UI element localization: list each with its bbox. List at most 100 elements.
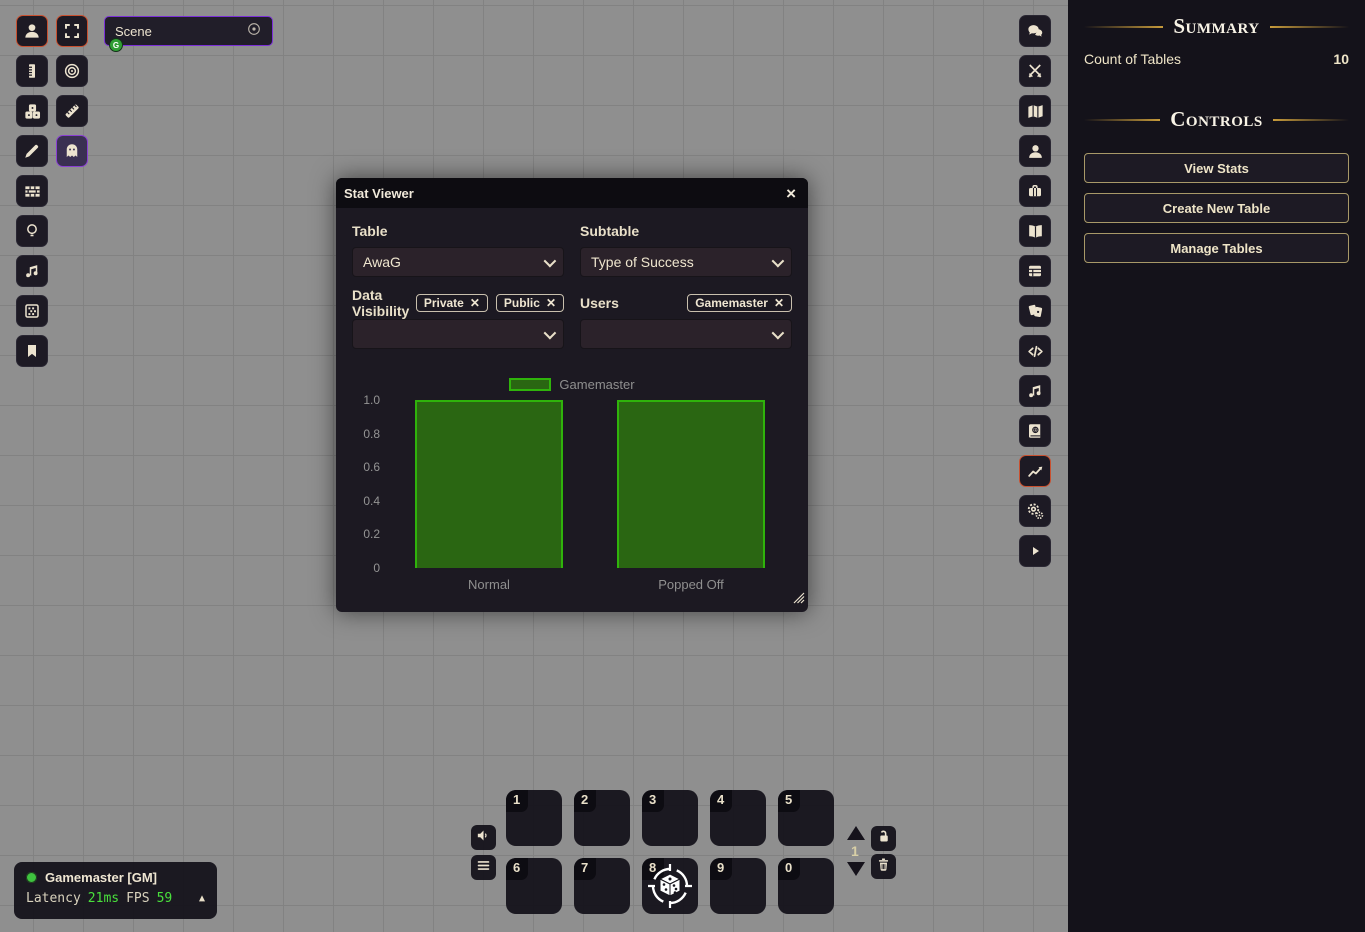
hotbar-slot-3[interactable]: 3 [642,790,698,846]
x-category-label: Normal [415,577,563,592]
resize-handle-icon[interactable] [792,591,805,609]
close-icon[interactable]: × [786,185,796,202]
hotbar-page-number: 1 [851,843,859,859]
tab-combat[interactable] [1019,55,1051,87]
tab-scenes[interactable] [1019,95,1051,127]
bullseye-tool-button[interactable] [56,55,88,87]
players-list[interactable]: Gamemaster [GM] Latency 21ms FPS 59 ▲ [14,862,217,919]
expand-icon [63,22,81,40]
hotbar-trash-button[interactable] [871,854,896,879]
lighting-controls-button[interactable] [16,215,48,247]
hotbar-slot-2[interactable]: 2 [574,790,630,846]
visibility-chip-private[interactable]: Private✕ [416,294,488,312]
stat-viewer-dialog: Stat Viewer × Table AwaG Subtable Type o… [336,178,808,612]
tab-stats[interactable] [1019,455,1051,487]
map-icon [1026,102,1045,121]
ruler-controls-button[interactable] [16,55,48,87]
sidebar-collapse-button[interactable] [1019,535,1051,567]
hotbar-page-up[interactable] [847,826,865,840]
tab-journal[interactable] [1019,215,1051,247]
bullseye-icon [63,62,81,80]
y-tick-label: 0.6 [363,460,380,474]
controls-heading: Controls [1068,107,1365,132]
hotbar-slot-9[interactable]: 9 [710,858,766,914]
playing-cards-icon [1026,302,1045,321]
macro-menu-button[interactable] [471,855,496,880]
bookmark-icon [24,343,40,359]
data-visibility-label: Data Visibility [352,287,416,319]
hotbar-lock-button[interactable] [871,826,896,851]
speaker-icon [475,827,492,849]
table-list-icon [1026,262,1044,280]
stats-panel: Summary Count of Tables 10 Controls View… [1068,0,1365,932]
music-note-icon [1026,382,1044,400]
lightbulb-icon [23,222,41,240]
tab-macros[interactable] [1019,335,1051,367]
hotbar-slot-5[interactable]: 5 [778,790,834,846]
subtable-select[interactable]: Type of Success [580,247,792,277]
scene-nav-item[interactable]: Scene G [104,16,273,46]
pencil-icon [23,142,41,160]
tab-chat[interactable] [1019,15,1051,47]
tab-items[interactable] [1019,175,1051,207]
tab-cards[interactable] [1019,295,1051,327]
collapse-players-icon[interactable]: ▲ [199,893,205,904]
hotbar-slot-6[interactable]: 6 [506,858,562,914]
token-controls-button[interactable] [16,15,48,47]
book-atlas-icon [1026,422,1044,440]
tab-compendium[interactable] [1019,415,1051,447]
users-chip-gamemaster[interactable]: Gamemaster✕ [687,294,792,312]
briefcase-icon [1026,182,1044,200]
gears-icon [1026,502,1045,521]
hotbar-page-down[interactable] [847,862,865,876]
tab-tables[interactable] [1019,255,1051,287]
tiles-controls-button[interactable] [16,295,48,327]
users-label: Users [580,295,619,311]
dice-controls-button[interactable] [16,95,48,127]
chart-legend[interactable]: Gamemaster [352,376,792,392]
chevron-down-icon [772,326,785,339]
summary-row-label: Count of Tables [1084,51,1181,67]
summary-row-value: 10 [1333,51,1349,67]
measure-tool-button[interactable] [56,95,88,127]
dialog-form: Table AwaG Subtable Type of Success Data… [336,208,808,366]
dialog-title: Stat Viewer [344,186,786,201]
hotbar-slot-8[interactable]: 8 [642,858,698,914]
hotbar-slot-0[interactable]: 0 [778,858,834,914]
hotbar-slot-4[interactable]: 4 [710,790,766,846]
person-icon [1026,142,1045,161]
visibility-chip-public[interactable]: Public✕ [496,294,564,312]
remove-chip-icon[interactable]: ✕ [774,296,784,310]
hotbar-slot-7[interactable]: 7 [574,858,630,914]
users-select[interactable] [580,319,792,349]
tab-actors[interactable] [1019,135,1051,167]
playlist-volume-button[interactable] [471,825,496,850]
sounds-controls-button[interactable] [16,255,48,287]
ruler-vertical-icon [23,62,41,80]
create-new-table-button[interactable]: Create New Table [1084,193,1349,223]
y-tick-label: 0 [373,561,380,575]
dialog-titlebar[interactable]: Stat Viewer × [336,178,808,208]
legend-label: Gamemaster [559,377,634,392]
walls-controls-button[interactable] [16,175,48,207]
chart-bars [388,400,792,568]
table-select[interactable]: AwaG [352,247,564,277]
tab-settings[interactable] [1019,495,1051,527]
remove-chip-icon[interactable]: ✕ [470,296,480,310]
visibility-select[interactable] [352,319,564,349]
fps-value: 59 [157,891,173,906]
ghost-tool-button[interactable] [56,135,88,167]
subtable-label: Subtable [580,223,639,239]
drawing-controls-button[interactable] [16,135,48,167]
select-tool-button[interactable] [56,15,88,47]
remove-chip-icon[interactable]: ✕ [546,296,556,310]
target-dot-icon[interactable] [246,21,262,42]
dice-target-macro-icon[interactable] [642,858,698,919]
hotbar-slot-1[interactable]: 1 [506,790,562,846]
view-stats-button[interactable]: View Stats [1084,153,1349,183]
table-label: Table [352,223,388,239]
tab-playlists[interactable] [1019,375,1051,407]
manage-tables-button[interactable]: Manage Tables [1084,233,1349,263]
notes-controls-button[interactable] [16,335,48,367]
legend-swatch [509,378,551,391]
